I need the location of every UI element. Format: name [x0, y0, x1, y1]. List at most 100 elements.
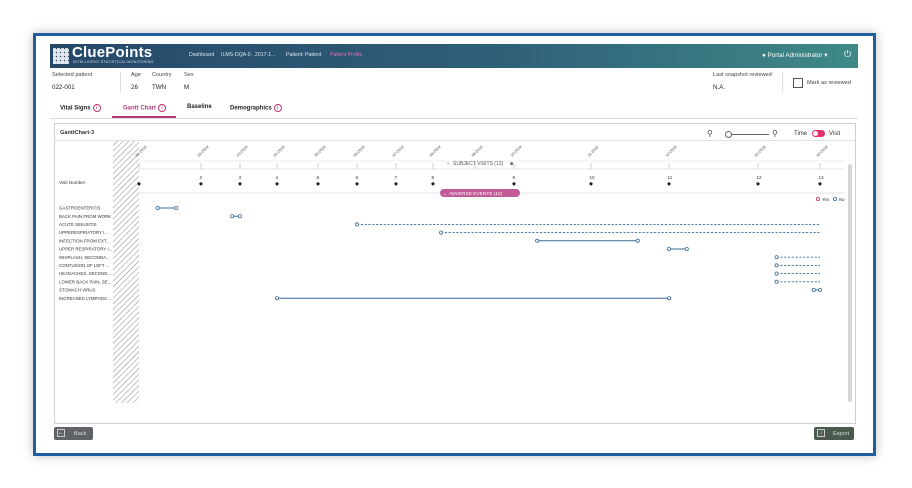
brand-logo[interactable]: CluePoints	[72, 44, 152, 61]
visit-marker	[199, 181, 203, 186]
age-label: Age	[131, 72, 141, 78]
visit-marker	[756, 181, 760, 186]
date-tick-label: 07-2018	[392, 145, 405, 158]
export-button[interactable]: ↓ Export	[814, 427, 854, 440]
legend-no-marker	[833, 197, 838, 202]
back-button[interactable]: ← Back	[54, 427, 93, 440]
event-start-marker	[667, 247, 672, 252]
nav-study[interactable]: ILMS-DQA-0 , 2017-1...	[221, 52, 276, 58]
zoom-out-icon[interactable]: ⚲	[707, 129, 713, 138]
nav-patient-profile[interactable]: Patient Profile	[330, 52, 362, 58]
gantt-chart: 01-2018 02-2018 03-2018 04-2018 05-2018 06-20…	[59, 141, 845, 403]
visit-number-label: 9	[513, 175, 516, 180]
user-menu[interactable]: ● Portal Administrator ▾	[762, 52, 827, 59]
top-navigation-bar: CluePoints INTELLIGENT STATISTICAL MONIT…	[50, 44, 858, 68]
info-icon: i	[158, 104, 166, 112]
date-tick-label: 06-2018	[353, 145, 366, 158]
visit-marker	[275, 181, 279, 186]
event-end-marker	[667, 296, 672, 301]
event-label: STOMACH VIRUS	[59, 288, 96, 293]
zoom-slider-track[interactable]	[729, 134, 769, 135]
selected-patient-label: Selected patient	[52, 72, 93, 78]
date-tick-label: 05-2018	[314, 145, 327, 158]
visit-marker	[589, 181, 593, 186]
visit-marker	[355, 181, 359, 186]
vertical-scrollbar[interactable]	[848, 164, 852, 402]
selected-patient-value[interactable]: 022-001	[52, 84, 75, 91]
chevron-down-icon: ⌄	[443, 191, 447, 197]
event-start-marker	[774, 271, 779, 276]
snapshot-label: Last snapshot reviewed	[713, 72, 772, 78]
visit-number-label: 2	[200, 175, 203, 180]
visit-marker	[316, 181, 320, 186]
event-label: ACUTE SINUSITIS	[59, 222, 97, 227]
visit-marker	[238, 181, 242, 186]
tab-bar: Vital Signs i Gantt Chart i Baseline Demog…	[50, 100, 858, 119]
tab-gantt-chart[interactable]: Gantt Chart i	[123, 104, 166, 112]
sex-value: M	[184, 84, 190, 91]
event-label: UPPER RESPIRATORY I...	[59, 247, 112, 252]
user-icon: ●	[762, 52, 766, 59]
divider	[782, 72, 783, 92]
event-label: UPPERESPIRATORY I...	[59, 230, 108, 235]
event-end-marker	[818, 287, 823, 292]
zoom-in-icon[interactable]: ⚲	[772, 129, 778, 138]
event-label: CONTUSION OF LEFT ...	[59, 263, 109, 268]
visit-number-label: 12	[757, 175, 763, 180]
event-label: HEADACHES, SECOND...	[59, 271, 111, 276]
mark-reviewed-checkbox[interactable]	[793, 78, 803, 88]
tab-label: Baseline	[187, 104, 212, 110]
country-value: TWN	[152, 84, 167, 91]
subject-visits-header[interactable]: ⌄ SUBJECT VISITS (13) ■	[446, 160, 513, 167]
country-label: Country	[152, 72, 172, 78]
app-window: CluePoints INTELLIGENT STATISTICAL MONIT…	[50, 44, 858, 447]
legend-no-label: No	[839, 197, 845, 202]
tab-vital-signs[interactable]: Vital Signs i	[60, 104, 101, 112]
nav-dashboard[interactable]: Dashboard	[189, 52, 214, 58]
chevron-down-icon: ⌄	[446, 160, 450, 166]
event-start-marker	[155, 206, 160, 211]
power-icon[interactable]: ⏻	[844, 49, 851, 60]
toggle-time-label: Time	[794, 131, 808, 137]
adverse-events-header[interactable]: ⌄ ADVERSE EVENTS (12)	[440, 189, 520, 197]
date-tick-label: 11-2018	[587, 145, 599, 157]
date-tick-label: 04-2018	[273, 145, 286, 158]
event-end-marker	[237, 214, 242, 219]
visit-number-label: 8	[432, 175, 435, 180]
tab-baseline[interactable]: Baseline	[187, 104, 212, 110]
zoom-slider-handle[interactable]	[725, 131, 732, 138]
visit-row-label: Visit Number	[59, 180, 86, 185]
subject-visits-label: SUBJECT VISITS (13)	[453, 161, 504, 167]
nav-patient[interactable]: Patient: Patient	[286, 52, 321, 58]
date-tick-label: 12-2018	[665, 145, 678, 158]
date-tick-label: 09-2018	[471, 145, 484, 158]
visit-marker	[394, 181, 398, 186]
date-tick-label: 02-2019	[816, 145, 829, 158]
visit-number-label: 4	[276, 175, 279, 180]
event-end-marker	[635, 238, 640, 243]
time-visit-toggle[interactable]	[812, 130, 825, 137]
event-start-marker	[811, 287, 816, 292]
tab-demographics[interactable]: Demographics i	[230, 104, 282, 112]
panel-title: GanttChart-3	[60, 130, 95, 136]
toggle-visit-label: Visit	[829, 131, 841, 137]
event-label: WHIPLASH, SECONDA...	[59, 255, 110, 260]
event-label: GASTROENTERITIS	[59, 206, 101, 211]
age-value: 26	[131, 84, 138, 91]
back-label: Back	[74, 430, 87, 437]
date-tick-label: 10-2018	[510, 145, 523, 158]
adverse-events-label: ADVERSE EVENTS (12)	[449, 191, 503, 197]
download-icon: ↓	[817, 429, 825, 437]
tab-label: Vital Signs	[60, 105, 91, 112]
date-tick-label: 08-2018	[429, 145, 442, 158]
visit-markers: 2 3 4 5 6 7 8 9 10 11 12 13	[137, 175, 824, 186]
event-start-marker	[774, 263, 779, 268]
event-start-marker	[774, 279, 779, 284]
event-start-marker	[774, 255, 779, 260]
info-icon: i	[92, 104, 101, 112]
event-end-marker	[174, 206, 179, 211]
legend-yes-label: Yes	[822, 197, 830, 202]
divider	[120, 72, 121, 92]
brand-subtitle: INTELLIGENT STATISTICAL MONITORING	[73, 60, 154, 64]
event-label: INCREASED LYMPHOC...	[59, 296, 111, 301]
